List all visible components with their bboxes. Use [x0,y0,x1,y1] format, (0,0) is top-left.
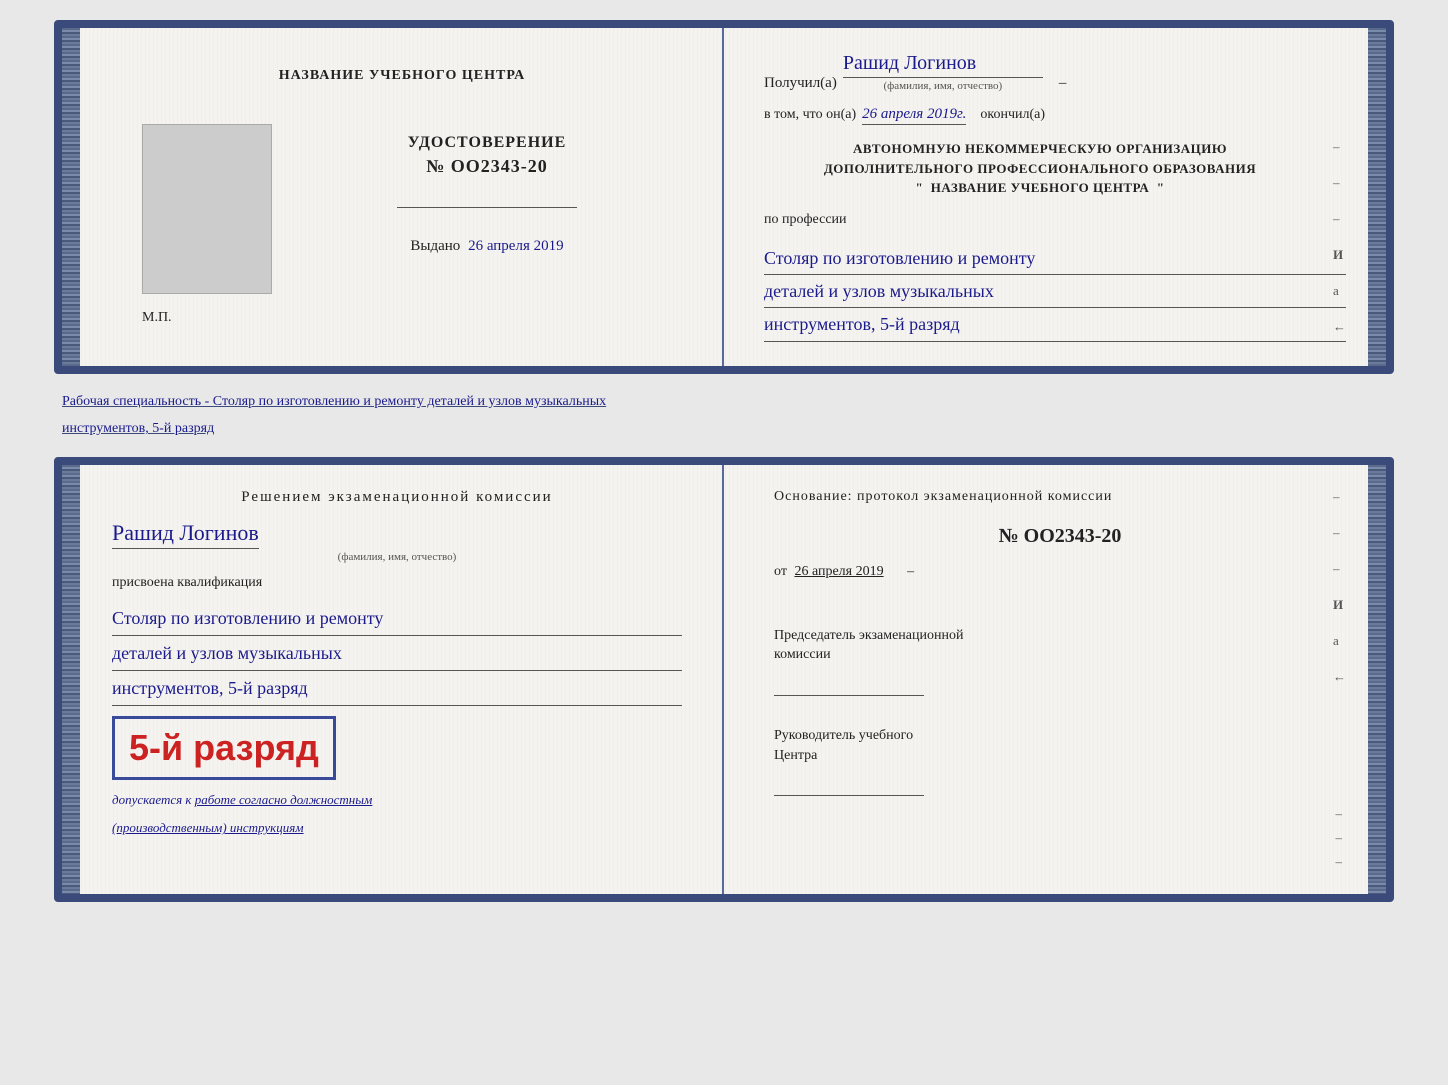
doc2-left: Решением экзаменационной комиссии Рашид … [62,465,724,894]
ot-dash: – [907,564,914,579]
sign-line-rukovoditel [774,795,924,796]
document-card-2: Решением экзаменационной комиссии Рашид … [54,457,1394,902]
profession-line2: деталей и узлов музыкальных [764,275,1346,308]
specialty-section: Рабочая специальность - Столяр по изгото… [54,390,1394,441]
side-a: а [1333,283,1346,299]
osnovanie-label: Основание: протокол экзаменационной коми… [774,489,1316,505]
dopuskaetsya-work: работе согласно должностным [195,792,373,807]
kvalif-line3: инструментов, 5-й разряд [112,671,682,706]
side-dash-r1: – [1333,489,1346,505]
org-line1: АВТОНОМНУЮ НЕКОММЕРЧЕСКУЮ ОРГАНИЗАЦИЮ [853,141,1227,156]
document-card-1: НАЗВАНИЕ УЧЕБНОГО ЦЕНТРА УДОСТОВЕРЕНИЕ №… [54,20,1394,374]
side-dash-r3: – [1333,561,1346,577]
bottom-dash-3: – [1336,854,1343,870]
side-dash-3: – [1333,211,1346,227]
side-dash-1: – [1333,139,1346,155]
poluchil-label: Получил(а) [764,75,837,92]
poluchil-row: Получил(а) Рашид Логинов (фамилия, имя, … [764,52,1346,92]
side-i-r: И [1333,597,1346,613]
org-line2: ДОПОЛНИТЕЛЬНОГО ПРОФЕССИОНАЛЬНОГО ОБРАЗО… [824,161,1256,176]
edge-right-2 [1368,465,1386,894]
okончил-label: окончил(а) [980,107,1045,123]
dopuskaetsya-row: допускается к работе согласно должностны… [112,792,682,808]
rukovoditel-block: Руководитель учебного Центра [774,726,1346,765]
name-doc2: Рашид Логинов [112,520,259,549]
protocol-number: № OO2343-20 [774,525,1346,548]
specialty-text-2: инструментов, 5-й разряд [62,421,214,436]
completion-date-1: 26 апреля 2019г. [862,106,966,125]
dash-after-name: – [1059,75,1067,92]
ot-date-row: от 26 апреля 2019 – [774,564,1346,580]
right-page-1: Получил(а) Рашид Логинов (фамилия, имя, … [724,28,1386,366]
org-block: АВТОНОМНУЮ НЕКОММЕРЧЕСКУЮ ОРГАНИЗАЦИЮ ДО… [764,139,1316,198]
resheniem-label: Решением экзаменационной комиссии [112,489,682,506]
predsedatel-line2: комиссии [774,647,831,662]
predsedatel-line1: Председатель экзаменационной [774,628,963,643]
dopuskaetsya-work2: (производственным) инструкциям [112,820,304,835]
specialty-label: Рабочая специальность - Столяр по изгото… [54,390,1394,414]
razryad-box: 5-й разряд [112,716,336,780]
ot-prefix: от [774,564,787,579]
profession-line3: инструментов, 5-й разряд [764,308,1346,341]
specialty-label-2: инструментов, 5-й разряд [54,417,1394,441]
org-line3: " НАЗВАНИЕ УЧЕБНОГО ЦЕНТРА " [916,180,1165,195]
side-i: И [1333,247,1346,263]
photo-placeholder [142,124,272,294]
fio-subtitle-1: (фамилия, имя, отчество) [883,80,1002,92]
mp-label: М.П. [142,310,682,326]
v-tom-row: в том, что он(а) 26 апреля 2019г. окончи… [764,106,1346,125]
certificate-number-1: № OO2343-20 [426,156,548,177]
po-professii-label: по профессии [764,212,1346,228]
recipient-name-1: Рашид Логинов [843,52,1043,78]
prisvoena-label: присвоена квалификация [112,575,682,591]
rukovoditel-line1: Руководитель учебного [774,728,913,743]
udostoverenie-label: УДОСТОВЕРЕНИЕ [408,134,567,152]
vydano-date: 26 апреля 2019 [468,238,564,254]
rukovoditel-line2: Центра [774,748,817,763]
fio-subtitle-2: (фамилия, имя, отчество) [338,551,457,563]
dopuskaetsya-prefix: допускается к [112,792,192,807]
sign-line-predsedatel [774,695,924,696]
side-dash-2: – [1333,175,1346,191]
kvalif-line1: Столяр по изготовлению и ремонту [112,601,682,636]
v-tom-label: в том, что он(а) [764,107,856,123]
training-center-title: НАЗВАНИЕ УЧЕБНОГО ЦЕНТРА [122,68,682,84]
predsedatel-block: Председатель экзаменационной комиссии [774,626,1346,665]
dopuskaetsya-row2: (производственным) инструкциям [112,820,682,836]
side-dash-r2: – [1333,525,1346,541]
side-a-r: а [1333,633,1346,649]
vydano-label: Выдано [410,238,460,254]
ot-date: 26 апреля 2019 [794,564,883,579]
specialty-text-main: Рабочая специальность - Столяр по изгото… [62,394,606,409]
left-page-1: НАЗВАНИЕ УЧЕБНОГО ЦЕНТРА УДОСТОВЕРЕНИЕ №… [62,28,724,366]
doc2-right: Основание: протокол экзаменационной коми… [724,465,1386,894]
edge-right-1 [1368,28,1386,366]
profession-line1: Столяр по изготовлению и ремонту [764,242,1346,275]
side-arrow-r: ← [1333,669,1346,685]
razryad-big-text: 5-й разряд [129,727,319,768]
kvalif-line2: деталей и узлов музыкальных [112,636,682,671]
bottom-dash-1: – [1336,806,1343,822]
bottom-dash-2: – [1336,830,1343,846]
side-arrow: ← [1333,319,1346,335]
